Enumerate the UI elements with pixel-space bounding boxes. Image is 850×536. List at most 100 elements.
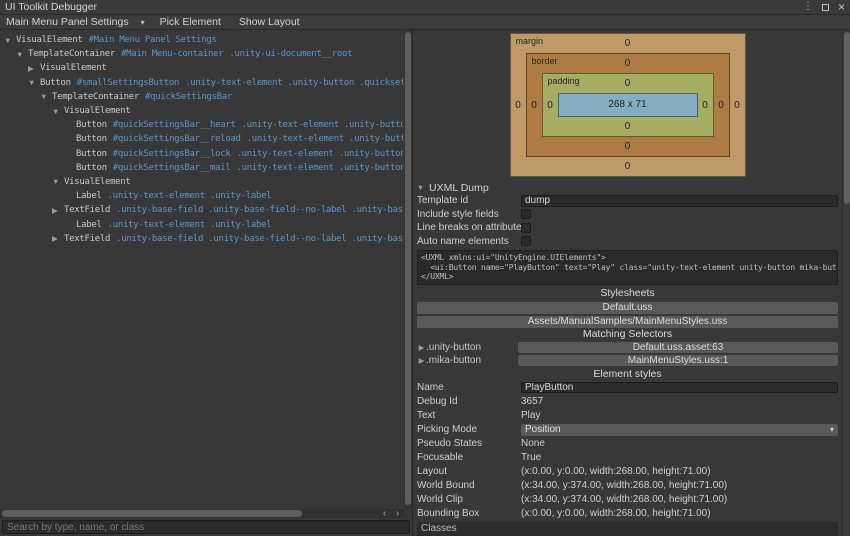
tree-row[interactable]: Button #quickSettingsBar__heart .unity-tex… xyxy=(0,118,403,132)
tree-row[interactable]: Label .unity-text-element .unity-label xyxy=(0,217,403,231)
tree-row[interactable]: ▼ TemplateContainer #Main Menu-container .u… xyxy=(0,47,403,61)
tree-row[interactable]: ▶ TextField .unity-base-field .unity-base-… xyxy=(0,203,403,217)
auto-name-row: Auto name elements xyxy=(413,235,842,249)
tree-row[interactable]: ▼ VisualElement #Main Menu Panel Settings xyxy=(0,33,403,47)
inspector-vertical-scrollbar[interactable] xyxy=(842,30,850,536)
stylesheet-item[interactable]: Default.uss xyxy=(417,301,838,314)
element-type: VisualElement xyxy=(64,106,131,117)
name-input[interactable] xyxy=(521,381,838,394)
element-name: #smallSettingsButton xyxy=(76,77,180,88)
search-bar xyxy=(0,518,412,536)
field-label: Name xyxy=(417,382,444,393)
tree-row[interactable]: Button #quickSettingsBar__lock .unity-text… xyxy=(0,147,403,161)
line-breaks-checkbox[interactable] xyxy=(521,222,531,233)
selector-source-button[interactable]: Default.uss.asset:63 xyxy=(518,341,838,353)
foldout-icon[interactable]: ▼ xyxy=(52,177,64,186)
tree-row[interactable]: Button #quickSettingsBar__reload .unity-te… xyxy=(0,132,403,146)
scrollbar-thumb[interactable] xyxy=(844,32,850,204)
scrollbar-thumb[interactable] xyxy=(405,32,411,505)
code-line: <ui:Button name="PlayButton" text="Play"… xyxy=(421,262,838,272)
chevron-down-icon: ▾ xyxy=(140,17,145,27)
chevron-down-icon: ▼ xyxy=(416,183,425,192)
field-label: Pseudo States xyxy=(417,438,483,449)
field-value: None xyxy=(521,438,545,449)
foldout-icon[interactable]: ▼ xyxy=(4,36,16,45)
uxml-code-preview: <UXML xmlns:ui="UnityEngine.UIElements">… xyxy=(417,250,838,285)
selector-source-button[interactable]: MainMenuStyles.uss:1 xyxy=(518,355,838,367)
auto-name-checkbox[interactable] xyxy=(521,236,531,247)
field-row-pseudo-states: Pseudo States None xyxy=(413,437,842,451)
code-line: </UXML> xyxy=(421,272,454,281)
element-type: VisualElement xyxy=(40,63,107,74)
tree-vertical-scrollbar[interactable] xyxy=(404,30,412,509)
field-label: Bounding Box xyxy=(417,508,480,519)
field-row-layout: Layout (x:0.00, y:0.00, width:268.00, he… xyxy=(413,465,842,479)
template-id-label: Template id xyxy=(417,195,469,207)
tree-row[interactable]: ▶ VisualElement xyxy=(0,61,403,75)
foldout-icon[interactable]: ▼ xyxy=(40,92,52,101)
box-model-margin: margin 0 0 border 0 0 padding 0 0 268 x … xyxy=(509,33,746,177)
element-classes: .unity-text-element .unity-button xyxy=(246,134,403,145)
close-icon[interactable]: × xyxy=(838,1,845,13)
foldout-icon[interactable]: ▼ xyxy=(28,78,40,87)
tree-row[interactable]: Button #quickSettingsBar__mail .unity-text… xyxy=(0,161,403,175)
margin-top-value: 0 xyxy=(624,38,631,49)
foldout-icon[interactable]: ▼ xyxy=(16,50,28,59)
field-row-debug-id: Debug Id 3657 xyxy=(413,395,842,409)
tree-row[interactable]: ▼ VisualElement xyxy=(0,104,403,118)
field-row-world-clip: World Clip (x:34.00, y:374.00, width:268… xyxy=(413,493,842,507)
scrollbar-thumb[interactable] xyxy=(2,510,302,517)
window-titlebar: UI Toolkit Debugger ⋮ × xyxy=(0,0,850,15)
include-style-fields-checkbox[interactable] xyxy=(521,209,531,220)
element-classes: .unity-text-element .unity-button . xyxy=(236,162,403,173)
foldout-icon[interactable]: ▶ xyxy=(52,206,64,215)
template-id-input[interactable] xyxy=(521,195,838,207)
tree-row[interactable]: ▶ TextField .unity-base-field .unity-base-… xyxy=(0,232,403,246)
search-input[interactable] xyxy=(2,520,410,534)
field-row-focusable: Focusable True xyxy=(413,451,842,465)
maximize-icon[interactable] xyxy=(821,3,829,11)
tree-row[interactable]: Label .unity-text-element .unity-label xyxy=(0,189,403,203)
field-row-world-bound: World Bound (x:34.00, y:374.00, width:26… xyxy=(413,479,842,493)
scroll-left-icon[interactable]: ‹ xyxy=(378,509,391,519)
padding-bottom-value: 0 xyxy=(624,121,631,132)
selector-name: .mika-button xyxy=(426,355,482,367)
scroll-right-icon[interactable]: › xyxy=(391,509,404,519)
element-type: Button xyxy=(40,77,71,88)
margin-bottom-value: 0 xyxy=(624,161,631,172)
element-name: #Main Menu Panel Settings xyxy=(88,35,217,46)
element-type: Label xyxy=(76,191,102,202)
field-value: (x:34.00, y:374.00, width:268.00, height… xyxy=(521,494,728,505)
show-layout-button[interactable]: Show Layout xyxy=(230,15,309,29)
chevron-right-icon[interactable]: ▶ xyxy=(417,356,426,365)
tree-horizontal-scrollbar[interactable]: ‹ › xyxy=(0,509,404,519)
template-id-row: Template id xyxy=(413,194,842,208)
tree-row[interactable]: ▼ TemplateContainer #quickSettingsBar xyxy=(0,90,403,104)
box-model: margin 0 0 border 0 0 padding 0 0 268 x … xyxy=(509,33,746,177)
element-name: #quickSettingsBar__lock xyxy=(112,148,231,159)
window-menu-icon[interactable]: ⋮ xyxy=(803,2,813,12)
stylesheet-item[interactable]: Assets/ManualSamples/MainMenuStyles.uss xyxy=(417,315,838,328)
element-name: #quickSettingsBar__mail xyxy=(112,162,231,173)
tree-row[interactable]: ▼ Button #smallSettingsButton .unity-text-e… xyxy=(0,76,403,90)
foldout-icon[interactable]: ▶ xyxy=(28,64,40,73)
hierarchy-panel: ▼ VisualElement #Main Menu Panel Settings … xyxy=(0,30,413,536)
include-style-fields-label: Include style fields xyxy=(417,208,499,220)
margin-label: margin xyxy=(515,36,544,46)
foldout-icon[interactable]: ▼ xyxy=(52,107,64,116)
element-type: Label xyxy=(76,219,102,230)
field-value: (x:0.00, y:0.00, width:268.00, height:71… xyxy=(521,466,711,477)
line-breaks-row: Line breaks on attributes xyxy=(413,221,842,235)
uxml-dump-foldout[interactable]: ▼ UXML Dump xyxy=(413,181,842,194)
panel-selector-dropdown[interactable]: Main Menu Panel Settings ▾ xyxy=(0,15,151,29)
classes-section-partial[interactable]: Classes xyxy=(417,521,838,536)
field-row-picking-mode: Picking Mode Position ▾ xyxy=(413,423,842,437)
foldout-icon[interactable]: ▶ xyxy=(52,234,64,243)
pick-element-button[interactable]: Pick Element xyxy=(151,15,230,29)
picking-mode-dropdown[interactable]: Position ▾ xyxy=(521,423,838,436)
border-left-value: 0 xyxy=(531,99,537,111)
tree-row[interactable]: ▼ VisualElement xyxy=(0,175,403,189)
chevron-right-icon[interactable]: ▶ xyxy=(417,343,426,352)
include-style-fields-row: Include style fields xyxy=(413,208,842,222)
element-name: #quickSettingsBar__heart xyxy=(112,120,236,131)
